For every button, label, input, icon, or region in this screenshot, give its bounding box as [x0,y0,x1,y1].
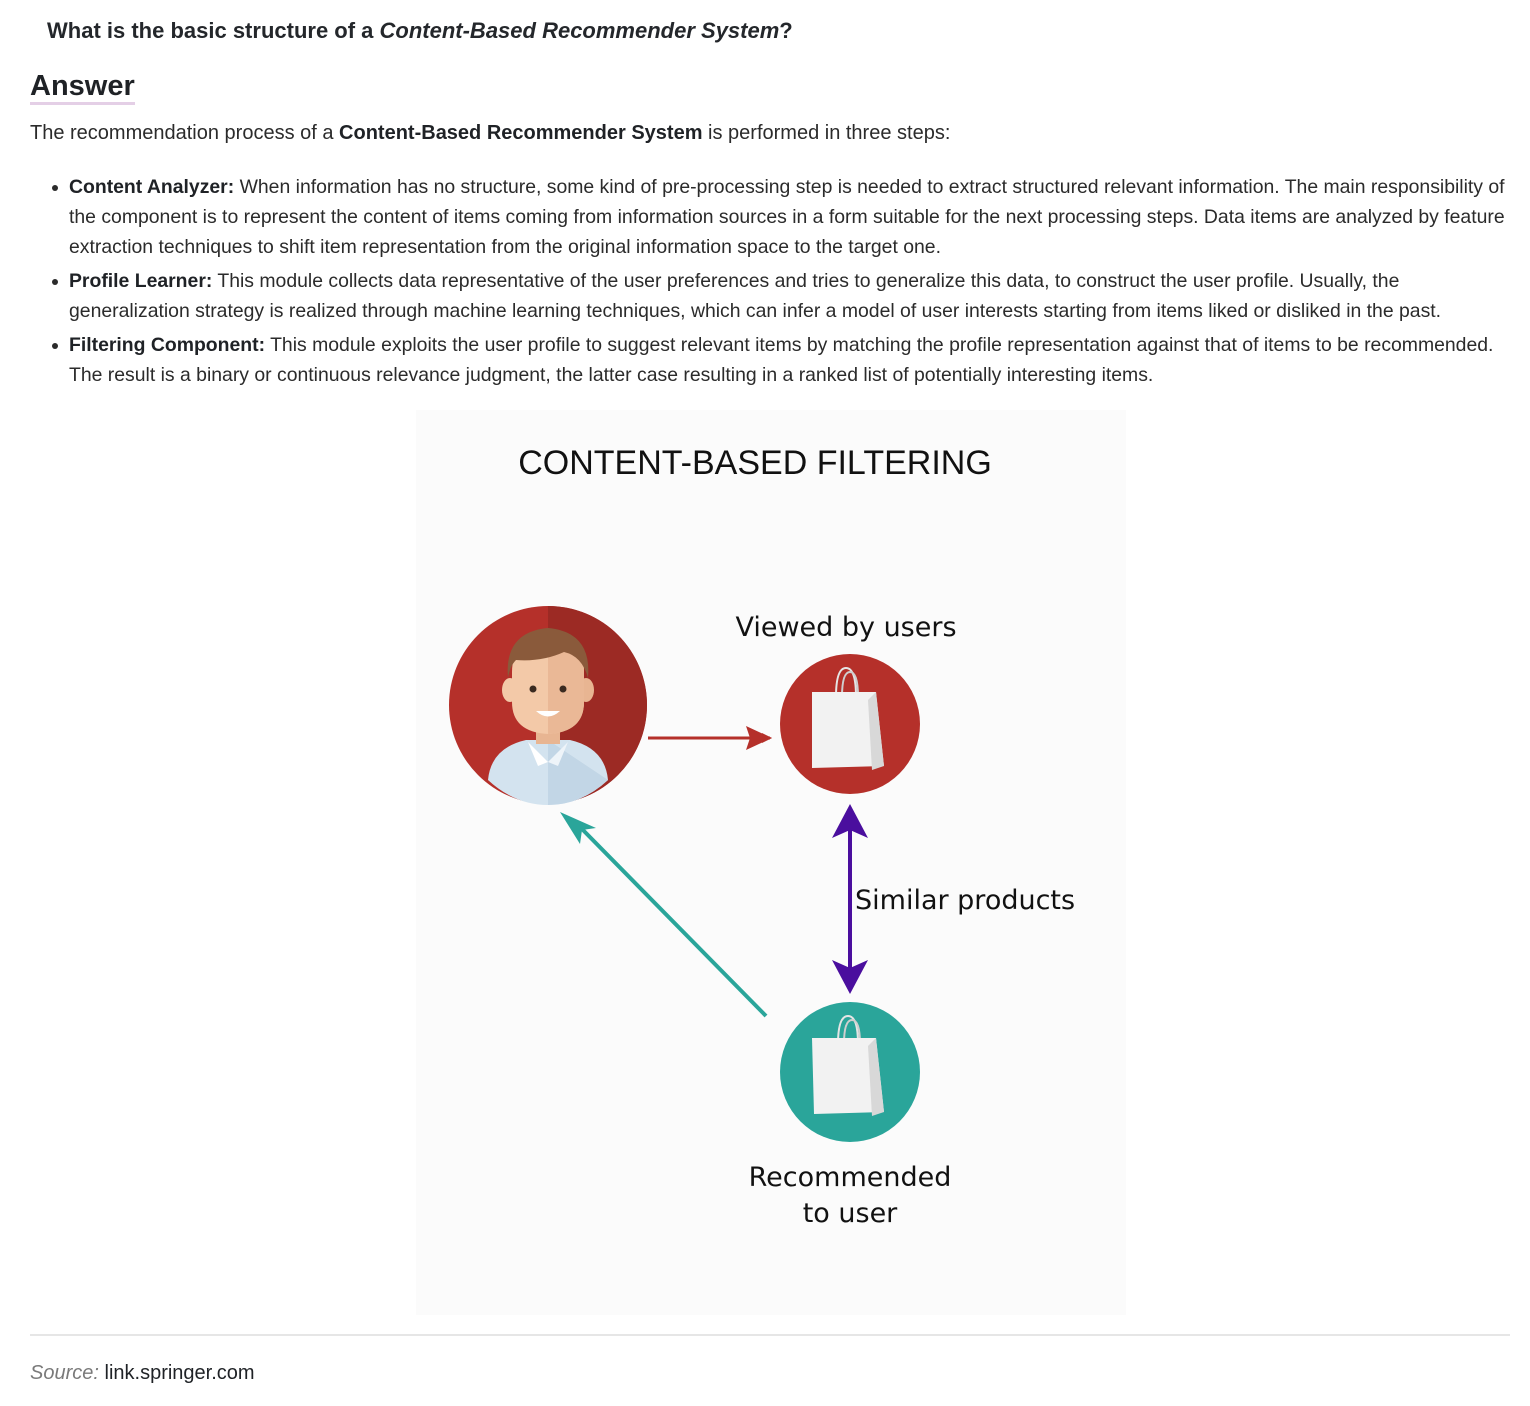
step-term: Filtering Component: [69,334,266,356]
footer-divider [30,1334,1510,1336]
step-filtering-component: Filtering Component: This module exploit… [30,330,1510,390]
viewed-by-users-label: Viewed by users [735,612,956,643]
intro-paragraph: The recommendation process of a Content-… [30,122,950,145]
step-term: Content Analyzer: [69,176,235,198]
source-link[interactable]: link.springer.com [105,1362,255,1384]
question-emphasis: Content-Based Recommender System [379,18,780,43]
step-content-analyzer: Content Analyzer: When information has n… [30,172,1510,262]
diagram-canvas: CONTENT-BASED FILTERING Viewed by users … [449,444,1075,1229]
intro-bold: Content-Based Recommender System [339,122,703,144]
steps-list: Content Analyzer: When information has n… [30,172,1510,394]
intro-suffix: is performed in three steps: [702,122,951,144]
step-text: This module exploits the user profile to… [69,334,1494,386]
content-based-filtering-diagram: CONTENT-BASED FILTERING Viewed by users … [416,410,1126,1315]
step-text: This module collects data representative… [69,270,1442,322]
recommended-label-line1: Recommended [749,1162,952,1193]
intro-prefix: The recommendation process of a [30,122,340,144]
source-line: Source: link.springer.com [30,1362,255,1385]
answer-heading: Answer [30,70,135,105]
user-avatar-icon [449,606,647,805]
recommended-bag-icon [780,1002,920,1142]
step-profile-learner: Profile Learner: This module collects da… [30,266,1510,326]
question-prefix: What is the basic structure of a [47,18,380,43]
diagram-title: CONTENT-BASED FILTERING [518,444,992,482]
step-term: Profile Learner: [69,270,213,292]
viewed-bag-icon [780,654,920,794]
similar-products-label: Similar products [855,885,1075,916]
recommend-arrow [560,812,768,1018]
question-suffix: ? [779,18,793,43]
recommended-label-line2: to user [803,1198,898,1229]
source-label: Source: [30,1362,99,1384]
step-text: When information has no structure, some … [69,176,1505,258]
question-heading: What is the basic structure of a Content… [47,18,793,44]
